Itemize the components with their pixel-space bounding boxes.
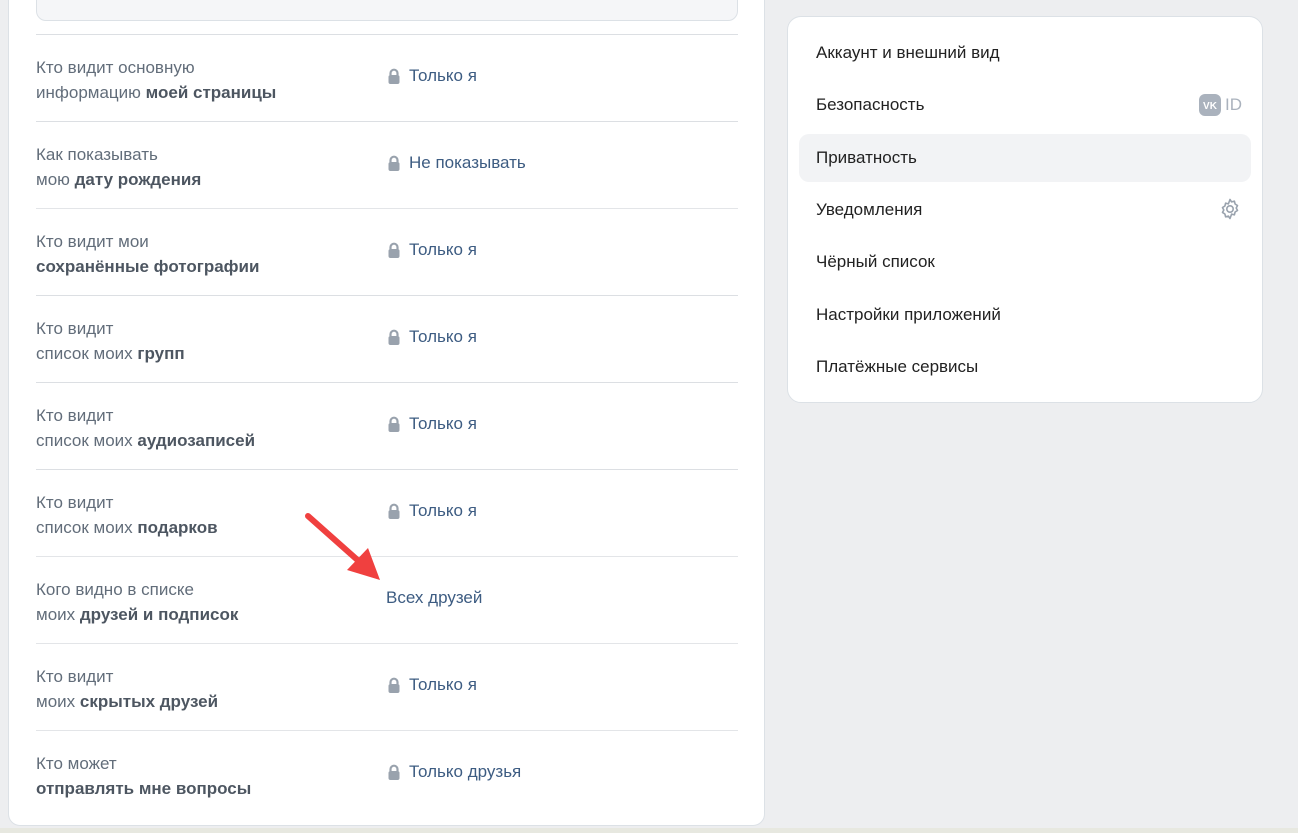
privacy-rows: Кто видит основную информацию моей стран… bbox=[36, 34, 738, 817]
menu-item-label: Настройки приложений bbox=[816, 305, 1001, 324]
privacy-value-dropdown[interactable]: Всех друзей bbox=[386, 585, 482, 610]
privacy-value-text: Всех друзей bbox=[386, 588, 483, 607]
row-label: Кто видит список моих подарков bbox=[36, 493, 218, 537]
window-bottom-edge bbox=[0, 828, 1298, 833]
privacy-value-text: Только я bbox=[409, 66, 477, 85]
privacy-row: Кто видит мои сохранённые фотографии Тол… bbox=[36, 208, 738, 295]
privacy-value-text: Только я bbox=[409, 501, 477, 520]
menu-item-payments[interactable]: Платёжные сервисы bbox=[799, 343, 1251, 391]
privacy-value-dropdown[interactable]: Только я bbox=[386, 237, 477, 262]
top-info-box bbox=[36, 0, 738, 21]
privacy-row: Кто может отправлять мне вопросы Только … bbox=[36, 730, 738, 817]
privacy-row: Кто видит основную информацию моей стран… bbox=[36, 34, 738, 121]
lock-icon bbox=[386, 241, 402, 258]
lock-icon bbox=[386, 67, 402, 84]
menu-item-label: Безопасность bbox=[816, 95, 925, 114]
row-label: Кто видит список моих групп bbox=[36, 319, 185, 363]
privacy-row: Кто видит список моих групп Только я bbox=[36, 295, 738, 382]
row-label: Кто может отправлять мне вопросы bbox=[36, 754, 252, 798]
privacy-value-text: Только я bbox=[409, 675, 477, 694]
lock-icon bbox=[386, 415, 402, 432]
menu-item-privacy[interactable]: Приватность bbox=[799, 134, 1251, 182]
menu-item-account[interactable]: Аккаунт и внешний вид bbox=[799, 29, 1251, 77]
lock-icon bbox=[386, 763, 402, 780]
lock-icon bbox=[386, 676, 402, 693]
privacy-value-dropdown[interactable]: Не показывать bbox=[386, 150, 526, 175]
row-label: Кто видит основную информацию моей стран… bbox=[36, 58, 277, 102]
row-label: Кто видит список моих аудиозаписей bbox=[36, 406, 256, 450]
menu-item-blacklist[interactable]: Чёрный список bbox=[799, 238, 1251, 286]
privacy-row: Кто видит моих скрытых друзей Только я bbox=[36, 643, 738, 730]
menu-item-label: Чёрный список bbox=[816, 252, 935, 271]
privacy-value-dropdown[interactable]: Только я bbox=[386, 672, 477, 697]
gear-icon[interactable] bbox=[1218, 197, 1242, 226]
privacy-value-text: Только друзья bbox=[409, 762, 522, 781]
vk-id-icon: VK ID bbox=[1199, 94, 1242, 116]
menu-item-security[interactable]: Безопасность VK ID bbox=[799, 81, 1251, 129]
privacy-value-text: Только я bbox=[409, 414, 477, 433]
menu-item-label: Платёжные сервисы bbox=[816, 357, 979, 376]
privacy-row: Кто видит список моих аудиозаписей Тольк… bbox=[36, 382, 738, 469]
menu-item-label: Приватность bbox=[816, 148, 917, 167]
row-label: Кто видит моих скрытых друзей bbox=[36, 667, 219, 711]
annotation-arrow-icon bbox=[305, 513, 380, 580]
privacy-value-dropdown[interactable]: Только я bbox=[386, 324, 477, 349]
privacy-value-text: Не показывать bbox=[409, 153, 526, 172]
privacy-value-dropdown[interactable]: Только я bbox=[386, 498, 477, 523]
menu-item-notifications[interactable]: Уведомления bbox=[799, 186, 1251, 234]
settings-menu: Аккаунт и внешний вид Безопасность VK ID… bbox=[787, 16, 1263, 403]
menu-item-label: Уведомления bbox=[816, 200, 923, 219]
privacy-value-text: Только я bbox=[409, 240, 477, 259]
privacy-value-dropdown[interactable]: Только я bbox=[386, 63, 477, 88]
svg-text:VK: VK bbox=[1203, 101, 1218, 112]
menu-item-label: Аккаунт и внешний вид bbox=[816, 43, 1000, 62]
row-label: Как показывать мою дату рождения bbox=[36, 145, 202, 189]
lock-icon bbox=[386, 154, 402, 171]
privacy-value-dropdown[interactable]: Только друзья bbox=[386, 759, 521, 784]
privacy-value-text: Только я bbox=[409, 327, 477, 346]
menu-item-app-settings[interactable]: Настройки приложений bbox=[799, 291, 1251, 339]
privacy-row: Как показывать мою дату рождения Не пока… bbox=[36, 121, 738, 208]
row-label: Кто видит мои сохранённые фотографии bbox=[36, 232, 260, 276]
row-label: Кого видно в списке моих друзей и подпис… bbox=[36, 580, 239, 624]
privacy-value-dropdown[interactable]: Только я bbox=[386, 411, 477, 436]
lock-icon bbox=[386, 328, 402, 345]
